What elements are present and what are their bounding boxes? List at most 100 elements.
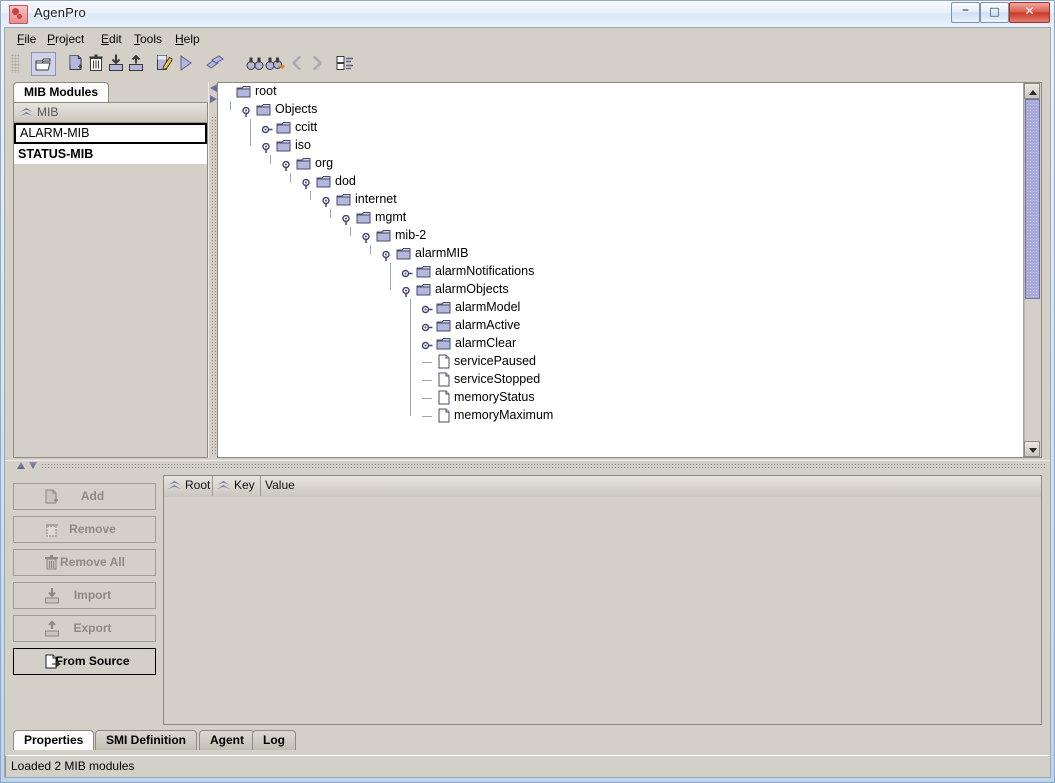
client-area: File Project Edit Tools Help MIB Modules MIB… <box>4 27 1051 778</box>
tree-collapse-handle-icon[interactable] <box>362 232 371 243</box>
tree-node[interactable]: dod <box>218 173 1024 191</box>
tree-node-label: alarmActive <box>455 318 521 332</box>
tree-expand-handle-icon[interactable] <box>401 268 413 278</box>
tree-node[interactable]: alarmModel <box>218 299 1024 317</box>
minimize-button[interactable]: – <box>951 2 980 23</box>
tree-node[interactable]: serviceStopped <box>218 371 1024 389</box>
divider-texture <box>211 116 216 456</box>
mib-module-item[interactable]: STATUS-MIB <box>14 144 207 165</box>
toolbar-grip[interactable] <box>11 54 19 73</box>
tree-node-label: ccitt <box>295 120 318 134</box>
tab-smi-definition[interactable]: SMI Definition <box>95 730 197 750</box>
tree-expand-handle-icon[interactable] <box>421 304 433 314</box>
tree-node[interactable]: alarmClear <box>218 335 1024 353</box>
folder-icon <box>436 319 451 332</box>
tree-list-view-icon[interactable] <box>333 52 356 74</box>
export-upload-icon[interactable] <box>124 52 147 74</box>
document-icon <box>438 390 450 405</box>
open-folder-icon[interactable] <box>31 52 56 76</box>
folder-icon <box>316 175 331 188</box>
sort-ascending-icon <box>217 481 230 490</box>
tree-node[interactable]: ccitt <box>218 119 1024 137</box>
scrollbar-track[interactable] <box>1024 99 1041 441</box>
tree-node[interactable]: org <box>218 155 1024 173</box>
tree-expand-handle-icon[interactable] <box>261 124 273 134</box>
tree-collapse-handle-icon[interactable] <box>242 106 251 117</box>
forward-arrow-icon[interactable] <box>305 52 328 74</box>
find-next-binoculars-icon[interactable] <box>263 52 286 74</box>
tree-collapse-handle-icon[interactable] <box>322 196 331 207</box>
tree-node[interactable]: root <box>218 83 1024 101</box>
tab-mib-modules[interactable]: MIB Modules <box>13 82 109 103</box>
menu-project[interactable]: Project <box>38 29 93 49</box>
tree-collapse-handle-icon[interactable] <box>302 178 311 189</box>
column-label: Key <box>234 478 255 492</box>
tree-collapse-handle-icon[interactable] <box>262 142 271 153</box>
trash-icon <box>44 555 60 571</box>
tree-collapse-handle-icon[interactable] <box>342 214 351 225</box>
add-document-icon <box>44 489 60 505</box>
button-label: Add <box>80 489 105 503</box>
tree-expand-handle-icon[interactable] <box>421 322 433 332</box>
edit-pencil-icon[interactable] <box>152 52 175 74</box>
folder-icon <box>296 157 311 170</box>
bottom-split-pane: Add Remove Remove All Import Export From Sour… <box>5 469 1050 729</box>
table-column-header[interactable]: Root <box>164 476 213 496</box>
menu-help[interactable]: Help <box>166 29 209 49</box>
tree-node[interactable]: memoryMaximum <box>218 407 1024 425</box>
tree-collapse-handle-icon[interactable] <box>382 250 391 261</box>
mib-module-list[interactable]: ALARM-MIB STATUS-MIB <box>14 123 207 457</box>
tree-guide-line <box>250 137 251 146</box>
scroll-down-button[interactable] <box>1024 441 1040 457</box>
tree-node[interactable]: alarmNotifications <box>218 263 1024 281</box>
mib-column-header[interactable]: MIB <box>14 103 207 123</box>
tab-properties[interactable]: Properties <box>13 730 95 750</box>
tree-node[interactable]: servicePaused <box>218 353 1024 371</box>
import-button: Import <box>13 582 156 609</box>
properties-table-header: Root Key Value <box>164 476 1041 498</box>
tree-vertical-scrollbar[interactable] <box>1023 83 1041 457</box>
collapse-up-arrow-icon[interactable] <box>17 462 25 469</box>
title-bar: AgenPro – □ ✕ <box>1 1 1054 27</box>
tab-log[interactable]: Log <box>252 730 296 750</box>
from-source-icon <box>44 654 61 670</box>
mib-tree[interactable]: root Objects ccitt iso org dod internet mgmt mib… <box>218 83 1024 457</box>
tree-collapse-handle-icon[interactable] <box>402 286 411 297</box>
agenpro-icon <box>9 5 28 24</box>
table-column-header[interactable]: Value <box>261 476 1001 496</box>
menu-bar: File Project Edit Tools Help <box>5 28 1050 50</box>
tool-bar <box>5 49 1050 79</box>
scroll-up-button[interactable] <box>1024 83 1040 99</box>
tree-guide-line <box>410 389 411 407</box>
tree-collapse-handle-icon[interactable] <box>282 160 291 171</box>
tree-node[interactable]: alarmObjects <box>218 281 1024 299</box>
from-source-button[interactable]: From Source <box>13 648 156 675</box>
folder-icon <box>256 103 271 116</box>
refresh-sync-icon[interactable] <box>203 52 226 74</box>
tab-agent[interactable]: Agent <box>199 730 255 750</box>
collapse-down-arrow-icon[interactable] <box>29 462 37 469</box>
mib-tree-panel: root Objects ccitt iso org dod internet mgmt mib… <box>217 82 1042 458</box>
action-button-bar: Add Remove Remove All Import Export From Sour… <box>13 483 156 681</box>
tree-node[interactable]: memoryStatus <box>218 389 1024 407</box>
tree-node[interactable]: iso <box>218 137 1024 155</box>
tree-expand-handle-icon[interactable] <box>421 340 433 350</box>
scroll-up-arrow-icon <box>1029 90 1037 95</box>
tree-node[interactable]: alarmActive <box>218 317 1024 335</box>
tree-guide-line <box>410 407 411 416</box>
close-button[interactable]: ✕ <box>1009 2 1050 23</box>
run-play-icon[interactable] <box>174 52 197 74</box>
menu-tools[interactable]: Tools <box>125 29 171 49</box>
properties-table-body[interactable] <box>164 497 1041 724</box>
table-column-header[interactable]: Key <box>213 476 261 496</box>
tree-node[interactable]: mib-2 <box>218 227 1024 245</box>
tree-node[interactable]: mgmt <box>218 209 1024 227</box>
tree-node[interactable]: internet <box>218 191 1024 209</box>
collapse-right-arrow-icon[interactable] <box>210 95 217 103</box>
mib-module-item[interactable]: ALARM-MIB <box>14 123 207 144</box>
tree-node[interactable]: Objects <box>218 101 1024 119</box>
collapse-left-arrow-icon[interactable] <box>210 84 217 92</box>
tree-node[interactable]: alarmMIB <box>218 245 1024 263</box>
maximize-button[interactable]: □ <box>980 2 1009 23</box>
scrollbar-thumb[interactable] <box>1025 99 1040 299</box>
